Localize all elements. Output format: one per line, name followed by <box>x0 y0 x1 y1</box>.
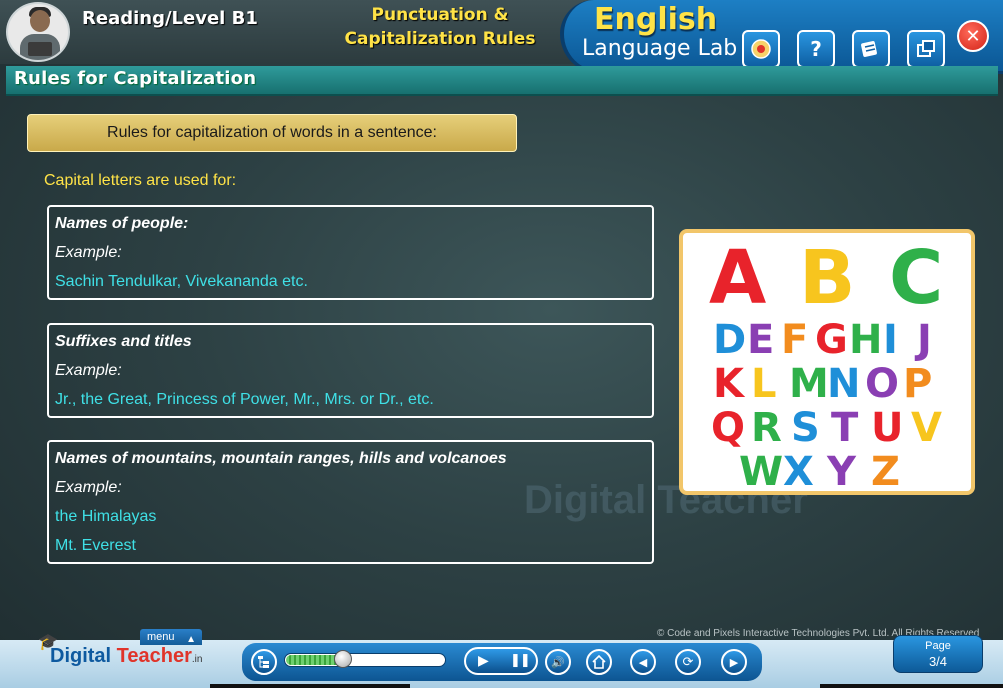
rule-example-value: Mt. Everest <box>55 537 136 554</box>
alphabet-letter: Z <box>871 449 900 491</box>
topic-title-line2: Capitalization Rules <box>344 29 536 49</box>
previous-icon: ◀ <box>638 655 648 669</box>
logo-main: Digital <box>50 645 112 667</box>
brand-english: English <box>594 2 718 37</box>
rule-example-label: Example: <box>55 362 122 379</box>
alphabet-letter: P <box>903 361 932 407</box>
alphabet-letter: N <box>827 361 860 407</box>
alphabet-letter: K <box>713 361 746 407</box>
rule-example-label: Example: <box>55 244 122 261</box>
alphabet-letter: M <box>789 361 829 407</box>
alphabet-letter: J <box>914 317 932 363</box>
page-number: 3/4 <box>928 654 948 669</box>
avatar-head <box>30 10 50 32</box>
rule-example-value: Sachin Tendulkar, Vivekananda etc. <box>55 273 308 290</box>
page-indicator: Page 3/4 <box>893 635 983 673</box>
intro-banner: Rules for capitalization of words in a s… <box>27 114 517 152</box>
rule-box-suffixes: Suffixes and titles Example: Jr., the Gr… <box>47 323 654 418</box>
section-bar: Rules for Capitalization <box>6 66 998 96</box>
chevron-up-icon: ▲ <box>186 634 196 645</box>
section-title: Rules for Capitalization <box>14 68 257 89</box>
alphabet-letter: G <box>815 317 848 363</box>
next-button[interactable]: ▶ <box>721 649 747 675</box>
volume-button[interactable]: 🔊 <box>545 649 571 675</box>
alphabet-letter: C <box>889 235 943 321</box>
home-button[interactable] <box>586 649 612 675</box>
brand-language-lab: Language Lab <box>582 36 738 61</box>
play-pause-control: ▶ ❚❚ <box>464 647 538 675</box>
notes-button[interactable] <box>852 30 890 68</box>
footer-shadow <box>820 684 1003 688</box>
alphabet-letter: V <box>911 405 942 451</box>
alphabet-illustration: A B C D E F G H I J K L MN O P Q R S T U V W X Y Z <box>709 235 943 491</box>
rule-box-people: Names of people: Example: Sachin Tendulk… <box>47 205 654 300</box>
close-button[interactable]: ✕ <box>957 20 989 52</box>
alphabet-letter: X <box>783 449 814 491</box>
level-title: Reading/Level B1 <box>82 8 258 29</box>
alphabet-letter: S <box>791 405 820 451</box>
alphabet-letter: U <box>871 405 903 451</box>
menu-label: menu <box>147 631 175 643</box>
window-button[interactable] <box>907 30 945 68</box>
alphabet-letter: L <box>751 361 777 407</box>
speaker-icon: 🔊 <box>551 655 565 669</box>
notes-icon <box>861 41 877 57</box>
alphabet-letter: R <box>751 405 782 451</box>
topic-title-line1: Punctuation & <box>371 5 509 25</box>
alphabet-letter: E <box>747 317 774 363</box>
lead-text: Capital letters are used for: <box>44 172 237 189</box>
alphabet-picture: ABC DEFGHIJ KLMNOP QRSTUV WXYZ <box>679 229 975 495</box>
replay-button[interactable]: ⟳ <box>675 649 701 675</box>
reader-avatar <box>6 2 70 62</box>
rule-heading: Names of people: <box>55 215 189 232</box>
avatar-book <box>28 42 52 56</box>
window-icon <box>917 40 935 57</box>
help-icon: ? <box>810 37 822 61</box>
replay-icon: ⟳ <box>682 654 694 670</box>
glossary-icon <box>751 39 771 59</box>
rule-example-value: Jr., the Great, Princess of Power, Mr., … <box>55 391 434 408</box>
logo-suffix: .in <box>191 654 203 665</box>
alphabet-letter: H <box>849 317 882 363</box>
page-label: Page <box>925 640 951 652</box>
alphabet-letter: T <box>831 405 859 451</box>
logo-accent: Teacher <box>111 645 192 667</box>
home-icon <box>592 655 606 669</box>
topic-title: Punctuation & Capitalization Rules <box>334 3 546 51</box>
rule-heading: Names of mountains, mountain ranges, hil… <box>55 450 507 467</box>
digital-teacher-logo[interactable]: Digital Teacher.in <box>50 645 202 668</box>
menu-button[interactable]: menu ▲ <box>140 629 202 645</box>
glossary-button[interactable] <box>742 30 780 68</box>
alphabet-letter: Q <box>711 405 745 451</box>
alphabet-letter: O <box>865 361 899 407</box>
progress-knob[interactable] <box>334 650 352 668</box>
next-icon: ▶ <box>729 655 739 669</box>
play-icon[interactable]: ▶ <box>478 653 489 669</box>
pause-icon[interactable]: ❚❚ <box>510 653 531 668</box>
footer-shadow <box>210 684 410 688</box>
rule-heading: Suffixes and titles <box>55 333 192 350</box>
help-button[interactable]: ? <box>797 30 835 68</box>
alphabet-letter: W <box>739 449 783 491</box>
sitemap-icon <box>258 656 269 668</box>
alphabet-letter: B <box>799 235 855 321</box>
previous-button[interactable]: ◀ <box>630 649 656 675</box>
alphabet-letter: A <box>709 235 766 321</box>
alphabet-letter: I <box>883 317 898 363</box>
sitemap-button[interactable] <box>251 649 277 675</box>
alphabet-letter: D <box>713 317 746 363</box>
alphabet-letter: Y <box>826 449 857 491</box>
progress-track[interactable] <box>284 653 446 667</box>
close-icon: ✕ <box>965 25 981 47</box>
lesson-stage: Reading/Level B1 Punctuation & Capitaliz… <box>0 0 1003 688</box>
alphabet-letter: F <box>781 317 808 363</box>
